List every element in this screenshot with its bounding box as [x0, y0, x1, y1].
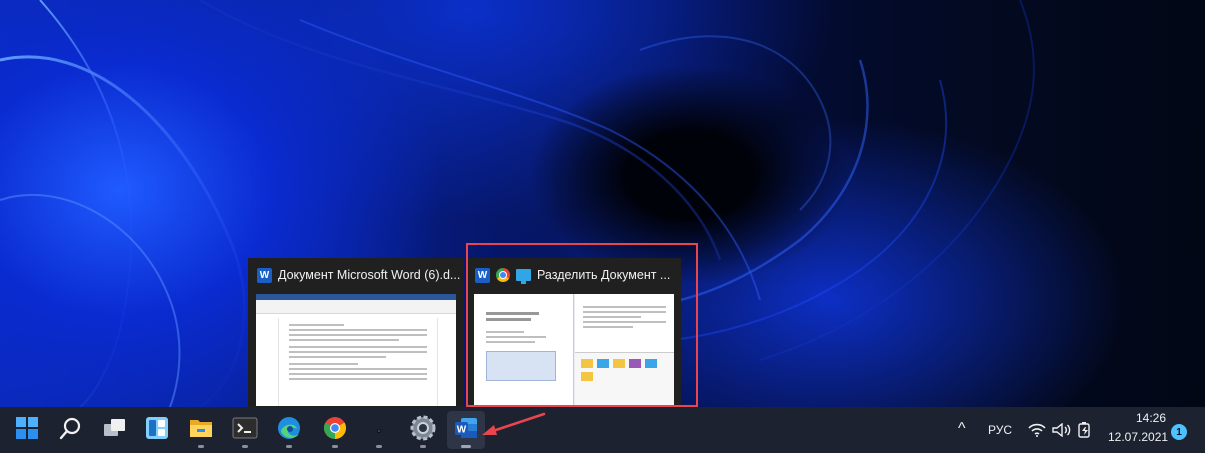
widgets-icon — [145, 416, 169, 444]
file-explorer-button[interactable] — [182, 411, 220, 449]
clock-date[interactable]: 12.07.2021 — [1108, 430, 1168, 444]
wifi-icon[interactable] — [1028, 422, 1046, 441]
battery-charging-icon[interactable] — [1076, 420, 1094, 442]
show-hidden-icons-chevron[interactable]: ^ — [958, 420, 966, 438]
running-indicator — [332, 445, 338, 448]
chrome-icon — [323, 416, 347, 444]
task-view-icon — [102, 416, 128, 444]
task-view-button[interactable] — [96, 411, 134, 449]
chrome-button[interactable] — [316, 411, 354, 449]
search-icon — [59, 416, 83, 444]
word-icon: W — [257, 267, 272, 283]
search-button[interactable] — [52, 411, 90, 449]
language-indicator[interactable]: РУС — [988, 423, 1012, 437]
settings-icon — [410, 415, 436, 445]
active-indicator — [461, 445, 471, 448]
edge-icon — [277, 416, 301, 444]
start-icon — [15, 416, 39, 444]
preview-header: W Документ Microsoft Word (6).d... — [248, 258, 464, 292]
volume-icon[interactable] — [1052, 422, 1072, 441]
clock-time[interactable]: 14:26 — [1136, 411, 1166, 425]
app-icon — [374, 421, 384, 440]
highlight-frame — [466, 243, 698, 407]
running-indicator — [420, 445, 426, 448]
running-indicator — [286, 445, 292, 448]
file-explorer-icon — [188, 416, 214, 444]
terminal-button[interactable] — [226, 411, 264, 449]
running-indicator — [198, 445, 204, 448]
settings-button[interactable] — [404, 411, 442, 449]
svg-text:W: W — [457, 425, 467, 436]
preview-title: Документ Microsoft Word (6).d... — [278, 268, 461, 282]
running-indicator — [376, 445, 382, 448]
preview-document-image — [256, 294, 456, 406]
running-indicator — [242, 445, 248, 448]
taskbar-preview-document-6[interactable]: W Документ Microsoft Word (6).d... — [248, 258, 464, 410]
start-button[interactable] — [8, 411, 46, 449]
app-button[interactable] — [360, 411, 398, 449]
widgets-button[interactable] — [138, 411, 176, 449]
notification-badge[interactable]: 1 — [1171, 424, 1187, 440]
edge-button[interactable] — [270, 411, 308, 449]
taskbar: W ^ РУС 14:26 12.07.2021 — [0, 407, 1205, 453]
arrow-annotation-icon — [482, 412, 546, 435]
terminal-icon — [232, 417, 258, 443]
